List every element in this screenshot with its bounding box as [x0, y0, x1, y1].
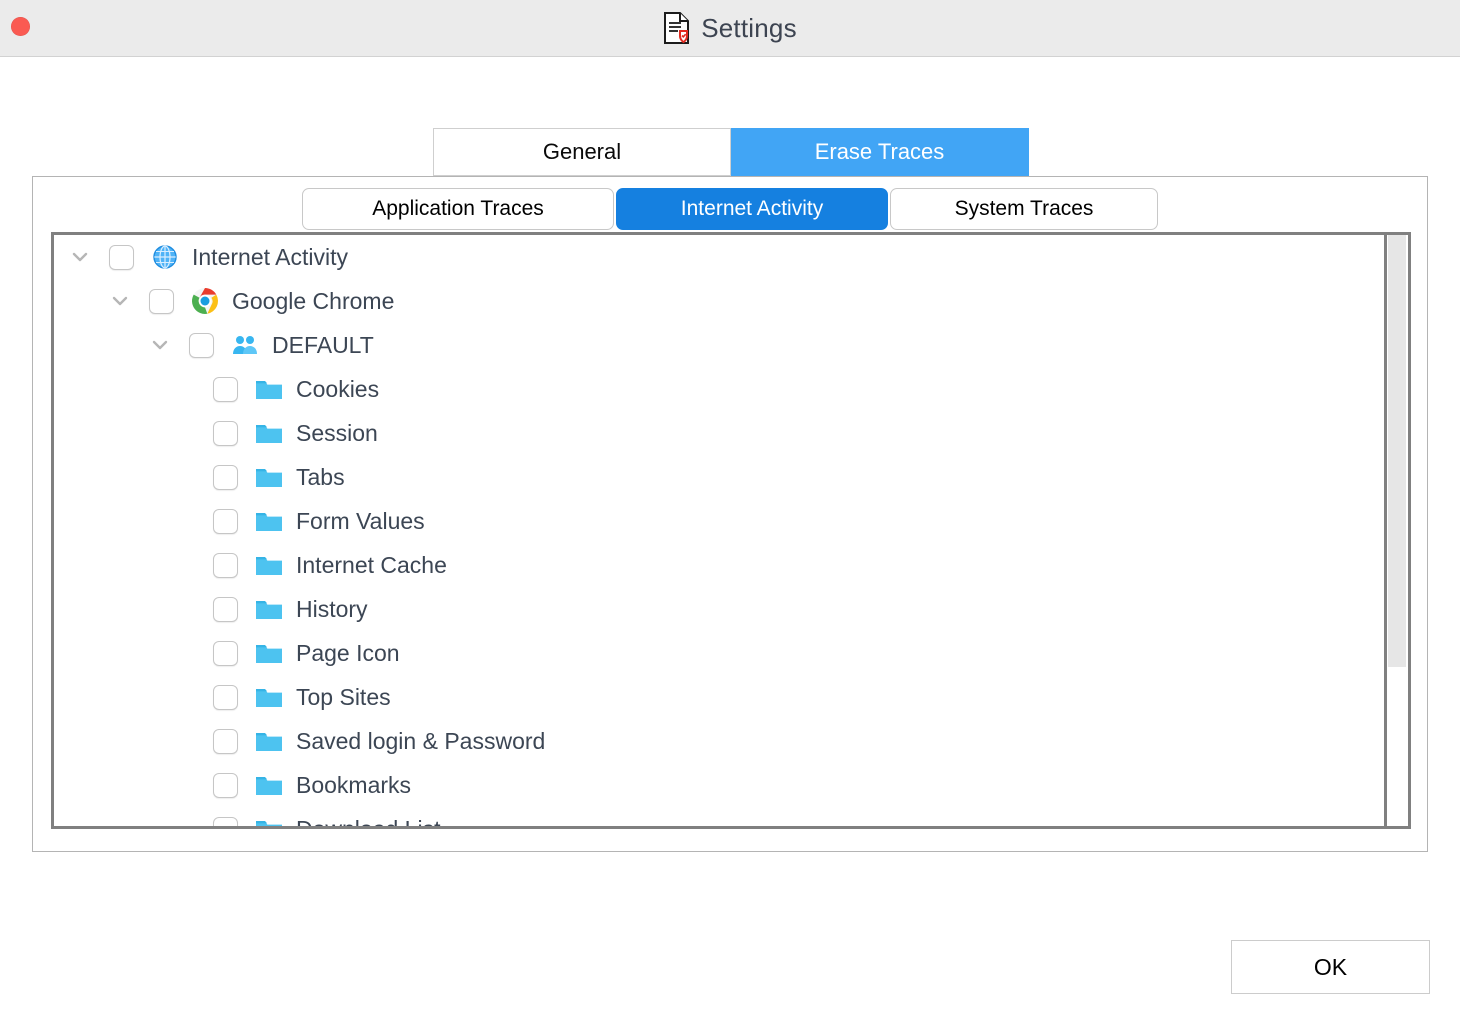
document-shield-icon — [663, 12, 691, 44]
folder-icon — [254, 638, 284, 668]
folder-icon — [254, 418, 284, 448]
tree-label: Cookies — [296, 375, 380, 402]
folder-icon — [254, 770, 284, 800]
folder-icon — [254, 462, 284, 492]
folder-icon — [254, 374, 284, 404]
users-icon — [230, 330, 260, 360]
tree-label: Page Icon — [296, 639, 400, 666]
tree-row-form-values[interactable]: Form Values — [54, 499, 1390, 543]
tree-row-download-list[interactable]: Download List — [54, 807, 1390, 826]
chrome-icon — [190, 286, 220, 316]
tree-checkbox-history[interactable] — [213, 596, 238, 622]
tree-checkbox-tabs[interactable] — [213, 464, 238, 490]
tree-checkbox-default-profile[interactable] — [189, 332, 214, 358]
tree-row-cookies[interactable]: Cookies — [54, 367, 1390, 411]
tree-label: Internet Activity — [192, 243, 348, 270]
tree-row-bookmarks[interactable]: Bookmarks — [54, 763, 1390, 807]
folder-icon — [254, 506, 284, 536]
tree-row-default-profile[interactable]: DEFAULT — [54, 323, 1390, 367]
tree-label: DEFAULT — [272, 331, 374, 358]
tree-label: Google Chrome — [232, 287, 395, 314]
tree-checkbox-top-sites[interactable] — [213, 684, 238, 710]
tree-checkbox-session[interactable] — [213, 420, 238, 446]
window-title: Settings — [701, 12, 797, 43]
tree-row-session[interactable]: Session — [54, 411, 1390, 455]
tree-checkbox-download-list[interactable] — [213, 816, 238, 826]
folder-icon — [254, 682, 284, 712]
tree-row-top-sites[interactable]: Top Sites — [54, 675, 1390, 719]
window-title-group: Settings — [0, 0, 1460, 56]
tab-internet-activity[interactable]: Internet Activity — [616, 188, 888, 230]
ok-button[interactable]: OK — [1231, 940, 1430, 994]
globe-icon — [150, 242, 180, 272]
tree-label: Session — [296, 419, 378, 446]
tab-erase-traces[interactable]: Erase Traces — [731, 128, 1029, 176]
tree-label: Download List — [296, 816, 440, 827]
tree-row-google-chrome[interactable]: Google Chrome — [54, 279, 1390, 323]
tree-label: Tabs — [296, 463, 345, 490]
tree-row-saved-login-password[interactable]: Saved login & Password — [54, 719, 1390, 763]
chevron-down-icon[interactable] — [107, 288, 133, 314]
folder-icon — [254, 550, 284, 580]
tree-label: Internet Cache — [296, 551, 447, 578]
inner-tab-bar: Application Traces Internet Activity Sys… — [302, 188, 1158, 230]
tree-checkbox-form-values[interactable] — [213, 508, 238, 534]
tab-system-traces[interactable]: System Traces — [890, 188, 1158, 230]
folder-icon — [254, 594, 284, 624]
tab-application-traces[interactable]: Application Traces — [302, 188, 614, 230]
tree-checkbox-page-icon[interactable] — [213, 640, 238, 666]
tree-label: Saved login & Password — [296, 727, 546, 754]
tab-general[interactable]: General — [433, 128, 731, 176]
tree-row-internet-activity[interactable]: Internet Activity — [54, 235, 1390, 279]
tree-label: Top Sites — [296, 683, 391, 710]
tree-checkbox-cookies[interactable] — [213, 376, 238, 402]
tree-row-internet-cache[interactable]: Internet Cache — [54, 543, 1390, 587]
tree-row-tabs[interactable]: Tabs — [54, 455, 1390, 499]
chevron-down-icon[interactable] — [67, 244, 93, 270]
tree-row-page-icon[interactable]: Page Icon — [54, 631, 1390, 675]
tree-row-history[interactable]: History — [54, 587, 1390, 631]
tree-checkbox-bookmarks[interactable] — [213, 772, 238, 798]
internet-activity-tree: Internet Activity Google Chrome DEFAULT … — [51, 232, 1411, 829]
chevron-down-icon[interactable] — [147, 332, 173, 358]
tree-checkbox-saved-login-password[interactable] — [213, 728, 238, 754]
folder-icon — [254, 726, 284, 756]
tree-label: Bookmarks — [296, 771, 412, 798]
outer-tab-bar: General Erase Traces — [433, 128, 1029, 176]
tree-label: History — [296, 595, 368, 622]
tree-rows-container: Internet Activity Google Chrome DEFAULT … — [54, 235, 1390, 826]
tree-checkbox-internet-cache[interactable] — [213, 552, 238, 578]
tree-checkbox-internet-activity[interactable] — [109, 244, 134, 270]
tree-scrollbar-thumb[interactable] — [1388, 235, 1406, 667]
tree-label: Form Values — [296, 507, 425, 534]
folder-icon — [254, 814, 284, 826]
tree-scrollbar[interactable] — [1384, 235, 1408, 826]
window-titlebar: Settings — [0, 0, 1460, 57]
tree-checkbox-google-chrome[interactable] — [149, 288, 174, 314]
